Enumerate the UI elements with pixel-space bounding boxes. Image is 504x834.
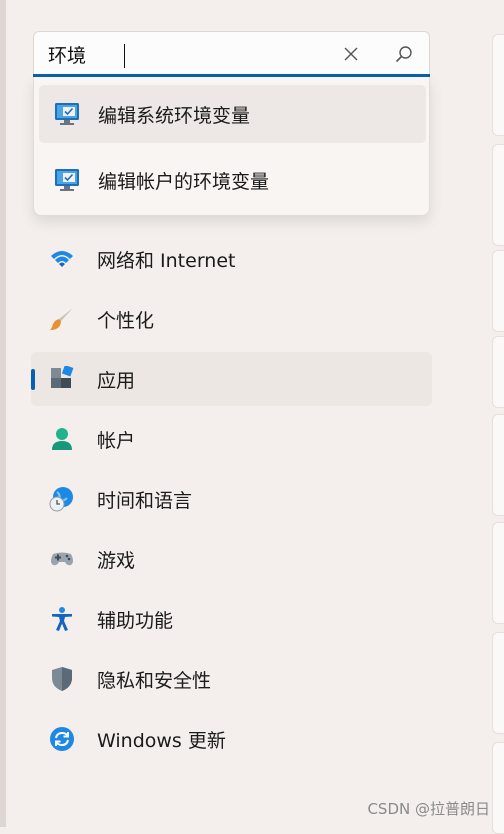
gamepad-icon xyxy=(51,552,73,566)
sidebar-item-apps[interactable]: 应用 xyxy=(31,352,432,406)
content-card xyxy=(492,34,504,136)
sidebar-item-label: 网络和 Internet xyxy=(97,249,236,272)
sidebar-item-label: Windows 更新 xyxy=(97,729,226,752)
sidebar-item-label: 隐私和安全性 xyxy=(97,669,212,692)
accessibility-icon xyxy=(52,607,72,631)
sidebar-item-time-language[interactable]: 时间和语言 xyxy=(31,472,432,526)
sidebar-item-accessibility[interactable]: 辅助功能 xyxy=(31,592,432,646)
suggestion-label: 编辑系统环境变量 xyxy=(98,104,251,127)
content-card xyxy=(492,414,504,516)
wifi-icon xyxy=(51,251,73,267)
watermark: CSDN @拉普朗日 xyxy=(367,800,490,818)
content-pane-edge xyxy=(492,0,504,834)
window-left-edge xyxy=(0,0,6,827)
sidebar-item-label: 个性化 xyxy=(97,309,155,332)
paintbrush-icon xyxy=(50,308,73,330)
search-suggestions: 编辑系统环境变量 编辑帐户的环境变量 xyxy=(33,77,430,216)
sidebar-item-personalization[interactable]: 个性化 xyxy=(31,292,432,346)
sidebar-item-accounts[interactable]: 帐户 xyxy=(31,412,432,466)
close-icon xyxy=(344,47,358,61)
system-properties-icon xyxy=(55,103,79,125)
suggestion-edit-system-env[interactable]: 编辑系统环境变量 xyxy=(39,85,426,143)
search-icon xyxy=(395,46,412,63)
settings-search-box[interactable] xyxy=(33,31,430,77)
sidebar-item-label: 时间和语言 xyxy=(97,489,193,512)
sidebar-item-windows-update[interactable]: Windows 更新 xyxy=(31,712,432,766)
selection-indicator xyxy=(31,369,35,390)
sidebar-item-network[interactable]: 网络和 Internet xyxy=(31,232,432,286)
content-card xyxy=(492,632,504,734)
update-icon xyxy=(50,727,74,751)
sidebar-item-label: 游戏 xyxy=(97,549,136,572)
apps-icon xyxy=(51,366,74,388)
content-card xyxy=(492,742,504,834)
sidebar-item-label: 应用 xyxy=(97,369,136,392)
content-card xyxy=(492,336,504,408)
search-input[interactable] xyxy=(48,40,298,68)
suggestion-label: 编辑帐户的环境变量 xyxy=(98,170,270,193)
sidebar-item-gaming[interactable]: 游戏 xyxy=(31,532,432,586)
content-card xyxy=(492,522,504,624)
content-card xyxy=(492,144,504,246)
sidebar-item-label: 帐户 xyxy=(97,429,136,452)
suggestion-edit-account-env[interactable]: 编辑帐户的环境变量 xyxy=(39,151,426,209)
shield-icon xyxy=(52,667,72,691)
content-card xyxy=(492,250,504,332)
sidebar-item-label: 辅助功能 xyxy=(97,609,174,632)
globe-clock-icon xyxy=(49,487,73,512)
account-icon xyxy=(52,428,72,450)
clear-search-button[interactable] xyxy=(337,40,365,68)
system-properties-icon xyxy=(55,169,79,191)
sidebar-item-privacy[interactable]: 隐私和安全性 xyxy=(31,652,432,706)
text-caret xyxy=(124,44,125,68)
search-button[interactable] xyxy=(390,40,418,68)
